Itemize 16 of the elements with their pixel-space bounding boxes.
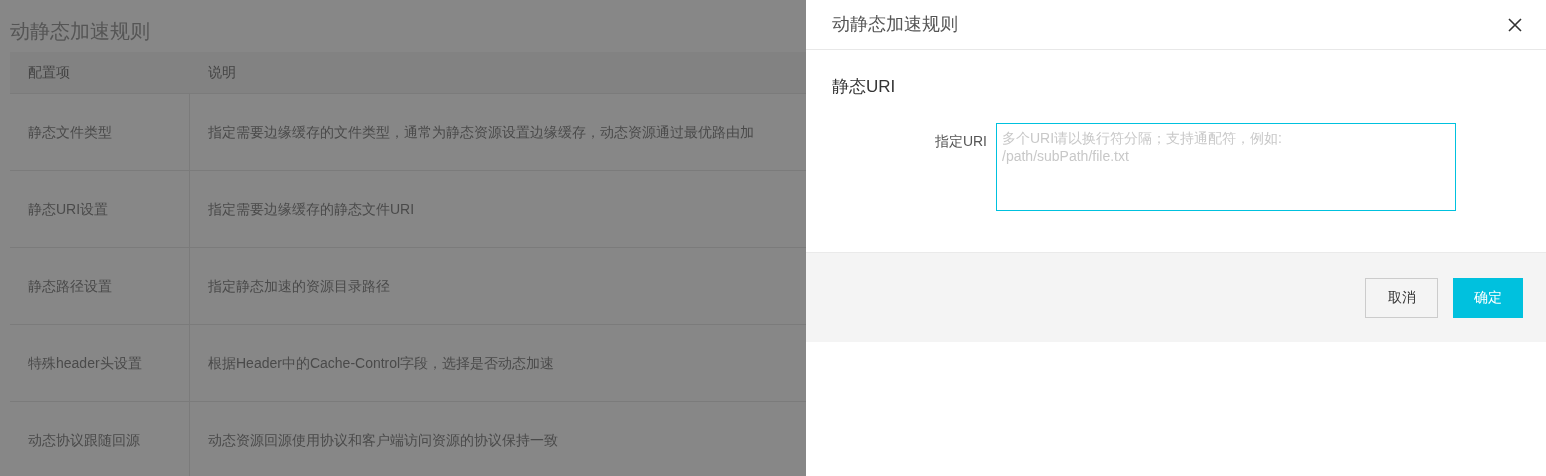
close-icon bbox=[1508, 17, 1522, 32]
table-cell-text: 静态文件类型 bbox=[28, 122, 112, 142]
column-header: 说明 bbox=[207, 63, 236, 82]
table-cell-text: 特殊header头设置 bbox=[28, 353, 142, 373]
field-label: 指定URI bbox=[934, 132, 987, 151]
table-cell-text: 静态URI设置 bbox=[28, 199, 109, 219]
column-header: 配置项 bbox=[27, 63, 71, 82]
table-cell-text: 指定需要边缘缓存的静态文件URI bbox=[208, 199, 415, 219]
table-cell-text: 静态路径设置 bbox=[28, 276, 112, 296]
close-button[interactable] bbox=[1506, 15, 1524, 34]
cancel-button[interactable]: 取消 bbox=[1365, 277, 1438, 318]
table-cell-text: 指定需要边缘缓存的文件类型，通常为静态资源设置边缘缓存，动态资源通过最优路由加 bbox=[208, 122, 754, 142]
drawer-title: 动静态加速规则 bbox=[832, 13, 958, 36]
section-title: 静态URI bbox=[832, 76, 896, 98]
table-cell-text: 指定静态加速的资源目录路径 bbox=[208, 276, 390, 296]
table-cell-text: 根据Header中的Cache-Control字段，选择是否动态加速 bbox=[208, 353, 555, 373]
